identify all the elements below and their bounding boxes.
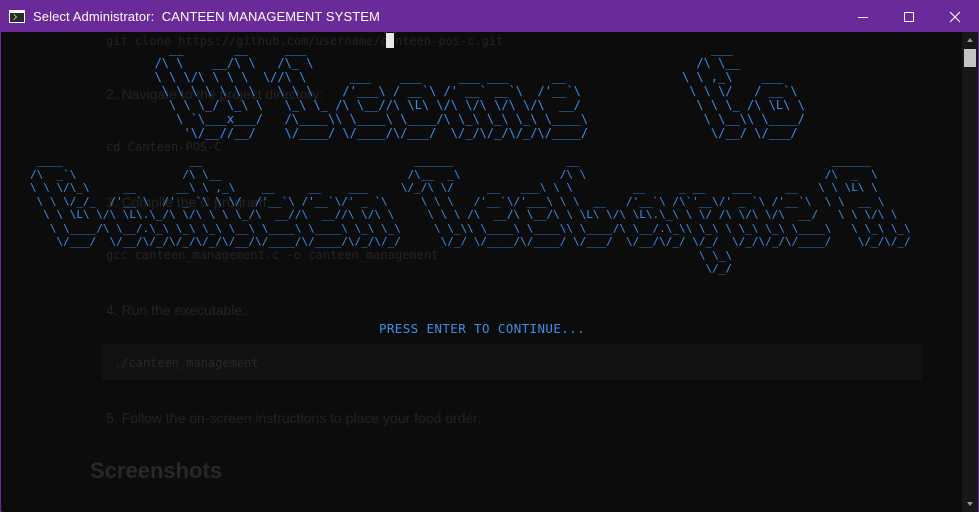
close-icon	[949, 11, 961, 22]
bg-heading-screenshots: Screenshots	[90, 458, 223, 483]
ascii-banner-system-name: ____ __ ______ __ ______ /\ _`\ /\ \__ /…	[30, 154, 911, 275]
scroll-thumb[interactable]	[964, 49, 976, 67]
bg-step-follow: 5. Follow the on-screen instructions to …	[106, 410, 482, 426]
vertical-scrollbar[interactable]	[962, 32, 978, 512]
console-window: Select Administrator: CANTEEN MANAGEMENT…	[0, 0, 979, 512]
scroll-up-button[interactable]	[962, 32, 978, 48]
bg-cd-command: cd Canteen-POS-C	[106, 140, 222, 154]
ascii-banner-welcome: __ __ ___ ___ /\ \ __/\ \ /\_ \ /\ \__ \…	[154, 42, 805, 140]
console-app-icon[interactable]	[9, 10, 25, 23]
minimize-button[interactable]	[840, 1, 886, 32]
close-button[interactable]	[932, 1, 978, 32]
title-bar[interactable]: Select Administrator: CANTEEN MANAGEMENT…	[1, 1, 978, 32]
maximize-button[interactable]	[886, 1, 932, 32]
maximize-icon	[904, 11, 914, 22]
press-enter-prompt: PRESS ENTER TO CONTINUE...	[378, 321, 586, 336]
chevron-up-icon	[967, 38, 973, 42]
minimize-icon	[858, 16, 868, 18]
console-output-area[interactable]: git clone https://github.com/username/ca…	[2, 32, 962, 512]
window-title: Select Administrator: CANTEEN MANAGEMENT…	[33, 9, 380, 24]
bg-run-command: ./canteen_management	[114, 356, 259, 370]
scroll-down-button[interactable]	[962, 496, 978, 512]
chevron-down-icon	[967, 502, 973, 506]
bg-step-run: 4. Run the executable:	[106, 302, 247, 318]
window-controls	[840, 1, 978, 32]
